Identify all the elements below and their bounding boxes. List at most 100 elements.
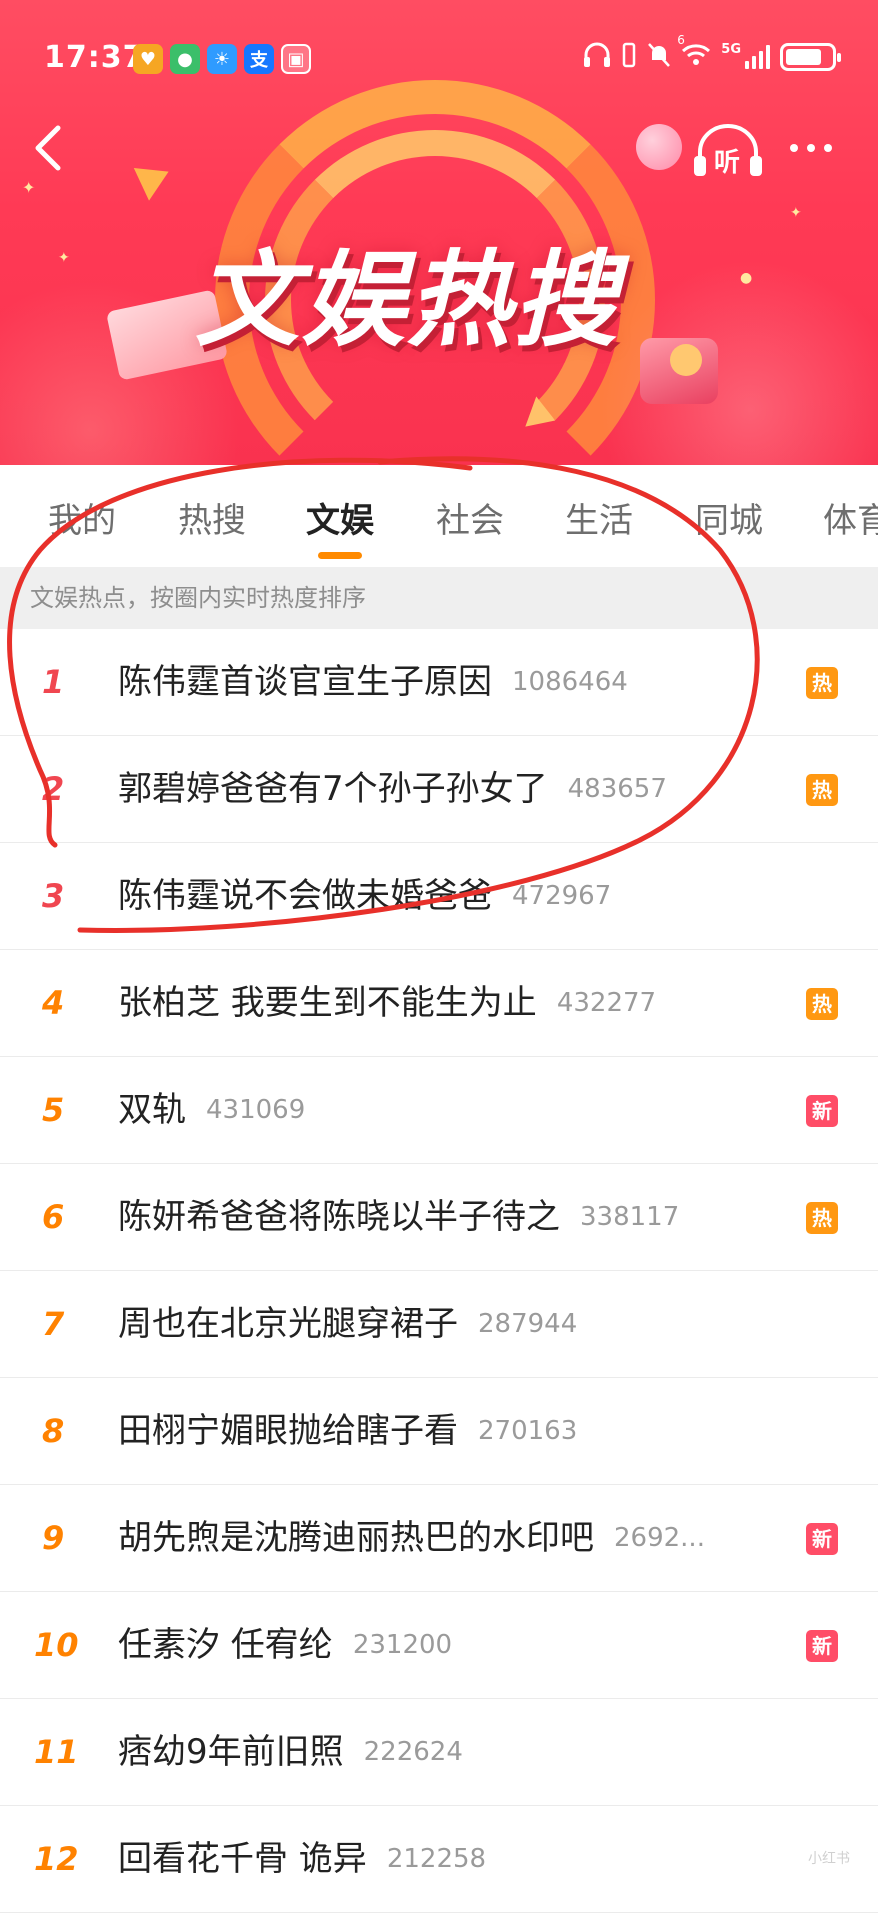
network-label: 5G bbox=[721, 42, 741, 57]
signal-strength-icon bbox=[745, 45, 770, 69]
hot-search-item[interactable]: 6 陈妍希爸爸将陈晓以半子待之 338117 热 bbox=[0, 1164, 878, 1271]
hot-search-item[interactable]: 11 痞幼9年前旧照 222624 bbox=[0, 1699, 878, 1806]
heat-count: 270163 bbox=[478, 1416, 578, 1446]
hot-search-item[interactable]: 2 郭碧婷爸爸有7个孙子孙女了 483657 热 bbox=[0, 736, 878, 843]
item-content: 双轨 431069 bbox=[118, 1057, 305, 1164]
item-title: 陈妍希爸爸将陈晓以半子待之 bbox=[118, 1197, 560, 1237]
system-icons: 6 5G bbox=[583, 33, 841, 72]
hot-search-item[interactable]: 8 田栩宁媚眼抛给瞎子看 270163 bbox=[0, 1378, 878, 1485]
item-content: 田栩宁媚眼抛给瞎子看 270163 bbox=[118, 1378, 577, 1485]
rank-number: 6 bbox=[42, 1198, 65, 1236]
page-title: 文娱热搜 bbox=[195, 239, 620, 361]
heat-count: 231200 bbox=[352, 1630, 453, 1660]
item-title: 陈伟霆首谈官宣生子原因 bbox=[118, 662, 492, 702]
back-button[interactable] bbox=[26, 120, 74, 176]
mute-bell-icon bbox=[647, 42, 671, 72]
item-content: 胡先煦是沈腾迪丽热巴的水印吧 2692... bbox=[118, 1485, 705, 1592]
tab-entertainment[interactable]: 文娱 bbox=[306, 493, 374, 542]
battery-icon bbox=[780, 43, 841, 71]
item-title: 任素汐 任宥纶 bbox=[118, 1625, 333, 1665]
item-content: 陈妍希爸爸将陈晓以半子待之 338117 bbox=[118, 1164, 679, 1271]
planet-decoration bbox=[636, 124, 682, 170]
sparkle-icon: ✦ bbox=[22, 178, 36, 197]
heat-count: 472967 bbox=[512, 881, 612, 911]
listen-label: 听 bbox=[714, 148, 741, 178]
hot-badge: 热 bbox=[806, 667, 838, 699]
more-dots-icon bbox=[790, 144, 798, 152]
item-content: 陈伟霆首谈官宣生子原因 1086464 bbox=[118, 629, 628, 736]
rank-number: 8 bbox=[42, 1412, 65, 1450]
alipay-icon: 支 bbox=[244, 44, 274, 74]
active-tab-indicator bbox=[318, 552, 362, 559]
item-title: 双轨 bbox=[118, 1090, 186, 1130]
new-badge: 新 bbox=[806, 1523, 838, 1555]
sparkle-icon: ✦ bbox=[58, 250, 70, 266]
rank-number: 3 bbox=[42, 877, 65, 915]
watermark: 小红书 bbox=[808, 1851, 850, 1867]
wifi-label: 6 bbox=[677, 33, 685, 47]
rank-number: 7 bbox=[42, 1305, 65, 1343]
tab-society[interactable]: 社会 bbox=[436, 493, 504, 542]
vibrate-icon bbox=[621, 42, 637, 72]
item-content: 任素汐 任宥纶 231200 bbox=[118, 1592, 452, 1699]
rank-number: 1 bbox=[42, 663, 65, 701]
heart-app-icon: ♥ bbox=[133, 44, 163, 74]
category-tabs: 我的 热搜 文娱 社会 生活 同城 体育 bbox=[0, 465, 878, 567]
rank-number: 11 bbox=[34, 1733, 79, 1771]
hot-search-list: 1 陈伟霆首谈官宣生子原因 1086464 热 2 郭碧婷爸爸有7个孙子孙女了 483657… bbox=[0, 629, 878, 1913]
hot-search-item[interactable]: 12 回看花千骨 诡异 212258 bbox=[0, 1806, 878, 1913]
hot-search-item[interactable]: 5 双轨 431069 新 bbox=[0, 1057, 878, 1164]
headphones-icon bbox=[583, 42, 611, 72]
heat-count: 483657 bbox=[567, 774, 667, 804]
status-bar: 17:37 ♥ ● ☀ 支 ▣ 6 5G bbox=[0, 0, 878, 118]
app-screen: ✦ ✦ ✦ ● 17:37 ♥ ● ☀ 支 ▣ 6 5G 听 文娱热搜 我的 热… bbox=[0, 0, 878, 1920]
notification-icons: ♥ ● ☀ 支 ▣ bbox=[133, 44, 311, 74]
hot-badge: 热 bbox=[806, 1202, 838, 1234]
list-description: 文娱热点，按圈内实时热度排序 bbox=[0, 567, 878, 629]
hot-search-item[interactable]: 1 陈伟霆首谈官宣生子原因 1086464 热 bbox=[0, 629, 878, 736]
heat-count: 2692... bbox=[614, 1523, 705, 1553]
heat-count: 1086464 bbox=[512, 667, 628, 697]
item-title: 陈伟霆说不会做未婚爸爸 bbox=[118, 876, 492, 916]
hot-search-item[interactable]: 4 张柏芝 我要生到不能生为止 432277 热 bbox=[0, 950, 878, 1057]
tab-mine[interactable]: 我的 bbox=[48, 493, 116, 542]
hot-search-item[interactable]: 3 陈伟霆说不会做未婚爸爸 472967 bbox=[0, 843, 878, 950]
hot-search-item[interactable]: 9 胡先煦是沈腾迪丽热巴的水印吧 2692... 新 bbox=[0, 1485, 878, 1592]
rank-number: 2 bbox=[42, 770, 65, 808]
heat-count: 338117 bbox=[580, 1202, 680, 1232]
weather-app-icon: ☀ bbox=[207, 44, 237, 74]
chat-app-icon: ● bbox=[170, 44, 200, 74]
heat-count: 212258 bbox=[386, 1844, 487, 1874]
listen-button[interactable]: 听 bbox=[692, 122, 764, 182]
battery-level bbox=[786, 49, 822, 65]
item-title: 痞幼9年前旧照 bbox=[118, 1732, 344, 1772]
item-content: 陈伟霆说不会做未婚爸爸 472967 bbox=[118, 843, 611, 950]
more-options-button[interactable] bbox=[790, 128, 846, 168]
hot-badge: 热 bbox=[806, 774, 838, 806]
item-title: 周也在北京光腿穿裙子 bbox=[118, 1304, 458, 1344]
tab-local[interactable]: 同城 bbox=[695, 493, 763, 542]
tab-hot-search[interactable]: 热搜 bbox=[178, 493, 246, 542]
item-title: 田栩宁媚眼抛给瞎子看 bbox=[118, 1411, 458, 1451]
hot-search-item[interactable]: 7 周也在北京光腿穿裙子 287944 bbox=[0, 1271, 878, 1378]
item-content: 周也在北京光腿穿裙子 287944 bbox=[118, 1271, 577, 1378]
heat-count: 431069 bbox=[206, 1095, 306, 1125]
sparkle-icon: ✦ bbox=[790, 205, 802, 221]
item-content: 痞幼9年前旧照 222624 bbox=[118, 1699, 463, 1806]
header-banner: ✦ ✦ ✦ ● 17:37 ♥ ● ☀ 支 ▣ 6 5G 听 文娱热搜 bbox=[0, 0, 878, 465]
hot-search-item[interactable]: 10 任素汐 任宥纶 231200 新 bbox=[0, 1592, 878, 1699]
item-content: 张柏芝 我要生到不能生为止 432277 bbox=[118, 950, 656, 1057]
tab-life[interactable]: 生活 bbox=[565, 493, 633, 542]
item-title: 郭碧婷爸爸有7个孙子孙女了 bbox=[118, 769, 548, 809]
tab-sports[interactable]: 体育 bbox=[823, 493, 878, 542]
rank-number: 5 bbox=[42, 1091, 65, 1129]
wifi-icon: 6 bbox=[677, 33, 711, 71]
gallery-icon: ▣ bbox=[281, 44, 311, 74]
heat-count: 432277 bbox=[556, 988, 657, 1018]
hot-badge: 热 bbox=[806, 988, 838, 1020]
rank-number: 10 bbox=[34, 1626, 79, 1664]
rank-number: 4 bbox=[42, 984, 65, 1022]
sparkle-icon: ● bbox=[740, 270, 753, 286]
rank-number: 12 bbox=[34, 1840, 79, 1878]
new-badge: 新 bbox=[806, 1630, 838, 1662]
